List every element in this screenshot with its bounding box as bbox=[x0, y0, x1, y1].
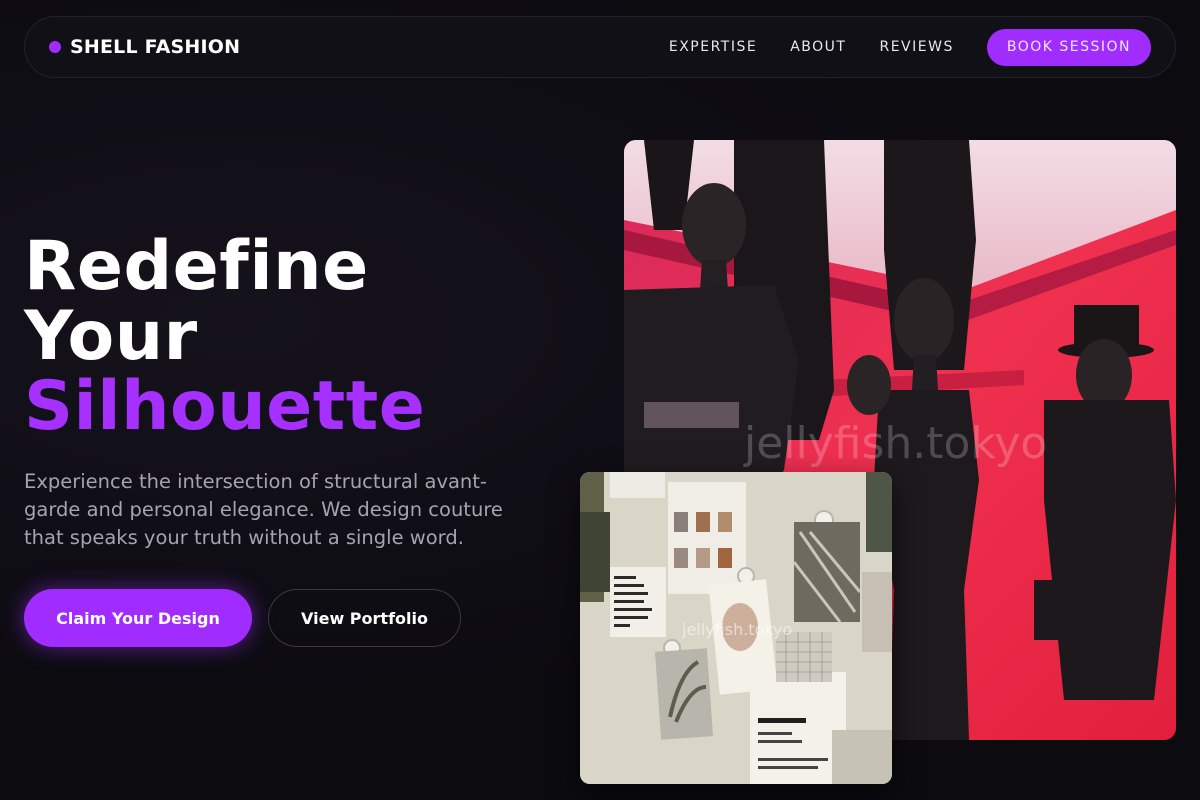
hero-cta-row: Claim Your Design View Portfolio bbox=[24, 589, 461, 647]
nav-link-expertise[interactable]: EXPERTISE bbox=[669, 39, 757, 55]
nav-link-reviews[interactable]: REVIEWS bbox=[879, 39, 953, 55]
headline-accent: Silhouette bbox=[24, 367, 426, 446]
nav-links: EXPERTISE ABOUT REVIEWS BOOK SESSION bbox=[669, 28, 1151, 66]
moodboard-photo: jellyfish.tokyo bbox=[580, 472, 892, 784]
claim-design-button[interactable]: Claim Your Design bbox=[24, 589, 252, 647]
brand-name: SHELL FASHION bbox=[70, 36, 241, 58]
headline-line-1: Redefine bbox=[24, 227, 369, 306]
brand-logo[interactable]: SHELL FASHION bbox=[49, 36, 240, 58]
brand-dot-icon bbox=[49, 41, 61, 53]
headline-line-2: Your bbox=[24, 297, 198, 376]
small-photo-watermark: jellyfish.tokyo bbox=[682, 620, 793, 639]
top-navbar: SHELL FASHION EXPERTISE ABOUT REVIEWS BO… bbox=[24, 16, 1176, 78]
book-session-button[interactable]: BOOK SESSION bbox=[986, 28, 1151, 66]
hero-subtitle: Experience the intersection of structura… bbox=[24, 470, 503, 549]
view-portfolio-button[interactable]: View Portfolio bbox=[268, 589, 461, 647]
hero-section: Redefine Your Silhouette Experience the … bbox=[24, 232, 544, 572]
landing-page: SHELL FASHION EXPERTISE ABOUT REVIEWS BO… bbox=[0, 0, 1200, 800]
nav-link-about[interactable]: ABOUT bbox=[790, 39, 846, 55]
hero-headline: Redefine Your Silhouette bbox=[24, 232, 544, 442]
main-photo-watermark: jellyfish.tokyo bbox=[744, 418, 1048, 469]
